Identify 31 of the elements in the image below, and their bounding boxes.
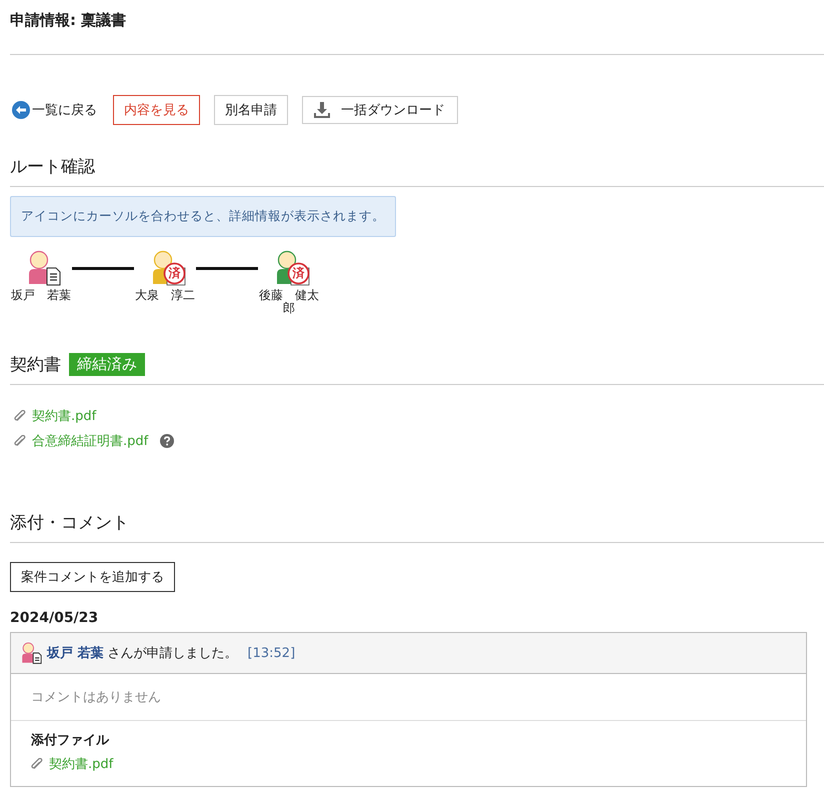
route-connector	[196, 267, 258, 270]
comment-time: [13:52]	[248, 646, 296, 661]
comment-message: さんが申請しました。	[108, 645, 238, 662]
page-title: 申請情報: 稟議書	[10, 10, 128, 31]
back-link[interactable]: 一覧に戻る	[12, 101, 97, 119]
person-name: 後藤 健太郎	[258, 289, 320, 316]
bulk-download-button[interactable]: 一括ダウンロード	[302, 96, 458, 124]
help-icon[interactable]	[160, 434, 174, 448]
section-heading: 添付・コメント	[10, 512, 130, 536]
person-name: 大泉 淳二	[134, 289, 196, 302]
add-comment-button[interactable]: 案件コメントを追加する	[10, 562, 175, 592]
person-icon[interactable]	[27, 250, 63, 286]
section-heading: 契約書	[10, 354, 61, 376]
info-message: アイコンにカーソルを合わせると、詳細情報が表示されます。	[10, 196, 396, 237]
section-heading: ルート確認	[10, 156, 96, 179]
download-icon	[313, 102, 331, 118]
person-name: 坂戸 若葉	[10, 289, 72, 302]
paperclip-icon	[31, 758, 43, 770]
route-connector	[72, 267, 134, 270]
view-content-button[interactable]: 内容を見る	[113, 95, 200, 125]
date-label: 2024/05/23	[10, 610, 100, 626]
stamp-label: 済	[168, 267, 181, 280]
applicant-link[interactable]: 坂戸 若葉	[47, 644, 104, 662]
comment-text: コメントはありません	[11, 674, 806, 722]
attachments-label: 添付ファイル	[31, 732, 110, 750]
status-badge: 締結済み	[69, 353, 145, 376]
paperclip-icon	[14, 434, 26, 447]
stamp-label: 済	[292, 267, 305, 280]
paperclip-icon	[14, 410, 26, 422]
alias-apply-button[interactable]: 別名申請	[214, 95, 288, 125]
person-icon	[21, 642, 43, 664]
